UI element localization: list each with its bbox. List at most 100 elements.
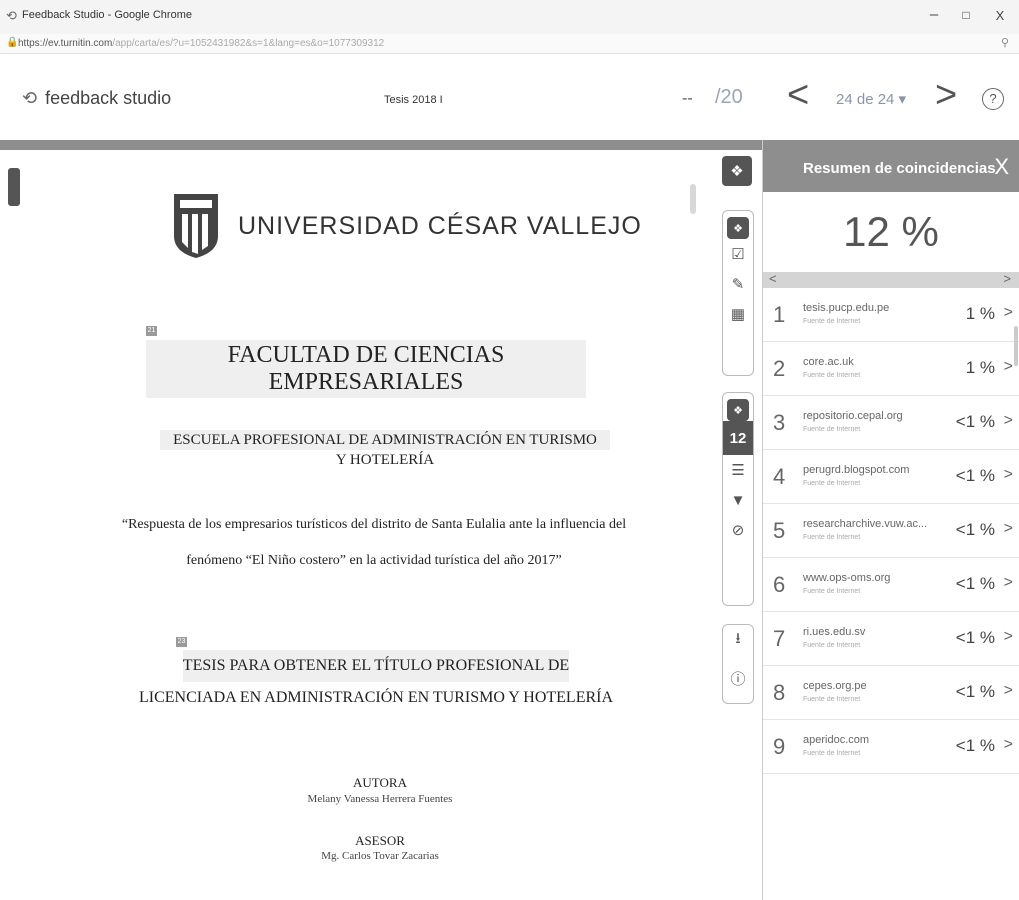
source-number: 5: [773, 518, 786, 543]
next-source-button[interactable]: >: [1003, 271, 1011, 286]
faculty-title: FACULTAD DE CIENCIAS EMPRESARIALES: [146, 340, 586, 398]
source-number: 2: [773, 356, 786, 381]
source-percent: 1 %: [965, 358, 995, 377]
close-window-button[interactable]: X: [987, 8, 1013, 23]
document-scrollbar[interactable]: [690, 184, 696, 214]
window-titlebar: ⟲ Feedback Studio - Google Chrome – □ X: [0, 0, 1019, 34]
chevron-right-icon[interactable]: >: [1004, 736, 1013, 754]
source-type: Fuente de Internet: [803, 372, 861, 379]
match-overview-panel: Resumen de coincidencias X 12 % < > 1 tes…: [762, 140, 1019, 900]
info-icon[interactable]: ⓘ: [723, 663, 753, 693]
source-row[interactable]: 2 core.ac.uk Fuente de Internet 1 % >: [763, 342, 1019, 396]
overall-similarity: 12 %: [843, 208, 939, 255]
prev-submission-button[interactable]: <: [787, 76, 809, 114]
university-header: UNIVERSIDAD CÉSAR VALLEJO: [172, 192, 642, 260]
feedback-studio-logo-icon: ⟲: [22, 88, 38, 108]
panel-scrollbar[interactable]: [1014, 326, 1018, 366]
source-type: Fuente de Internet: [803, 588, 861, 595]
layers-toggle-icon[interactable]: ❖: [722, 156, 752, 186]
brand-name: feedback studio: [45, 88, 172, 108]
source-row[interactable]: 3 repositorio.cepal.org Fuente de Internet…: [763, 396, 1019, 450]
chevron-right-icon[interactable]: >: [1004, 466, 1013, 484]
chevron-right-icon[interactable]: >: [1004, 304, 1013, 322]
minimize-button[interactable]: –: [921, 6, 947, 23]
source-number: 7: [773, 626, 786, 651]
match-marker[interactable]: 21: [146, 326, 157, 336]
layers-icon[interactable]: ❖: [727, 217, 749, 239]
maximize-button[interactable]: □: [953, 8, 979, 22]
brand[interactable]: ⟲ feedback studio: [22, 88, 171, 109]
source-site[interactable]: cepes.org.pe: [803, 680, 931, 692]
source-site[interactable]: ri.ues.edu.sv: [803, 626, 931, 638]
source-list: 1 tesis.pucp.edu.pe Fuente de Internet 1 % >…: [763, 288, 1019, 774]
university-name: UNIVERSIDAD CÉSAR VALLEJO: [238, 211, 642, 240]
filter-icon[interactable]: ▼: [723, 485, 753, 515]
source-row[interactable]: 4 perugrd.blogspot.com Fuente de Internet <…: [763, 450, 1019, 504]
thesis-subject: “Respuesta de los empresarios turísticos…: [121, 517, 627, 568]
chevron-right-icon[interactable]: >: [1004, 520, 1013, 538]
grid-icon[interactable]: ▦: [723, 299, 753, 329]
source-site[interactable]: tesis.pucp.edu.pe: [803, 302, 931, 314]
source-site[interactable]: perugrd.blogspot.com: [803, 464, 931, 476]
prev-source-button[interactable]: <: [769, 271, 777, 286]
help-button[interactable]: ?: [982, 88, 1004, 110]
chevron-right-icon[interactable]: >: [1004, 574, 1013, 592]
source-percent: 1 %: [965, 304, 995, 323]
source-site[interactable]: researcharchive.vuw.ac...: [803, 518, 931, 530]
source-number: 3: [773, 410, 786, 435]
source-site[interactable]: www.ops-oms.org: [803, 572, 931, 584]
zoom-icon[interactable]: ⚲: [1001, 36, 1009, 49]
panel-header: Resumen de coincidencias X: [763, 140, 1019, 192]
url-text[interactable]: https://ev.turnitin.com/app/carta/es/?u=…: [18, 38, 384, 49]
chevron-right-icon[interactable]: >: [1004, 412, 1013, 430]
download-icon[interactable]: ⭳: [723, 625, 753, 655]
source-site[interactable]: core.ac.uk: [803, 356, 931, 368]
chevron-right-icon[interactable]: >: [1004, 358, 1013, 376]
address-bar[interactable]: 🔒 https://ev.turnitin.com/app/carta/es/?…: [0, 34, 1019, 54]
sidebar-handle[interactable]: [8, 168, 20, 206]
next-submission-button[interactable]: >: [935, 76, 957, 114]
page-indicator-dropdown[interactable]: 24 de 24 ▾: [836, 90, 906, 108]
source-type: Fuente de Internet: [803, 750, 861, 757]
close-panel-button[interactable]: X: [994, 154, 1009, 180]
sort-icon[interactable]: ☰: [723, 455, 753, 485]
lock-icon: 🔒: [6, 37, 19, 48]
exclude-icon[interactable]: ⊘: [723, 515, 753, 545]
comment-edit-icon[interactable]: ✎: [723, 269, 753, 299]
match-count-badge[interactable]: 12: [723, 421, 753, 455]
chevron-right-icon[interactable]: >: [1004, 628, 1013, 646]
source-site[interactable]: aperidoc.com: [803, 734, 931, 746]
source-row[interactable]: 5 researcharchive.vuw.ac... Fuente de Inte…: [763, 504, 1019, 558]
source-row[interactable]: 9 aperidoc.com Fuente de Internet <1 % >: [763, 720, 1019, 774]
source-row[interactable]: 1 tesis.pucp.edu.pe Fuente de Internet 1 % >: [763, 288, 1019, 342]
author-label: AUTORA: [353, 775, 407, 790]
source-percent: <1 %: [955, 628, 995, 647]
document-title: Tesis 2018 I: [384, 94, 443, 106]
school-name: ESCUELA PROFESIONAL DE ADMINISTRACIÓN EN…: [160, 430, 610, 470]
author-name: Melany Vanessa Herrera Fuentes: [307, 793, 453, 805]
source-row[interactable]: 7 ri.ues.edu.sv Fuente de Internet <1 % >: [763, 612, 1019, 666]
source-percent: <1 %: [955, 574, 995, 593]
source-row[interactable]: 6 www.ops-oms.org Fuente de Internet <1 % >: [763, 558, 1019, 612]
match-marker[interactable]: 23: [176, 637, 187, 647]
source-type: Fuente de Internet: [803, 480, 861, 487]
toolbar-group-3: ⭳ ⓘ: [722, 624, 754, 704]
source-site[interactable]: repositorio.cepal.org: [803, 410, 931, 422]
toolbar-top: ❖: [722, 156, 754, 190]
app-header: ⟲ feedback studio Tesis 2018 I -- /20 < …: [0, 54, 1019, 140]
thesis-degree: TESIS PARA OBTENER EL TÍTULO PROFESIONAL…: [96, 650, 656, 714]
toolbar-group-2: ❖ 12 ☰ ▼ ⊘: [722, 392, 754, 606]
source-percent: <1 %: [955, 736, 995, 755]
checkbox-icon[interactable]: ☑: [723, 239, 753, 269]
grade-value[interactable]: --: [682, 90, 693, 108]
source-type: Fuente de Internet: [803, 318, 861, 325]
chevron-right-icon[interactable]: >: [1004, 682, 1013, 700]
source-type: Fuente de Internet: [803, 534, 861, 541]
source-nav: < >: [763, 271, 1019, 288]
source-number: 1: [773, 302, 786, 327]
similarity-layer-icon[interactable]: ❖: [727, 399, 749, 421]
turnitin-favicon-icon: ⟲: [6, 8, 17, 23]
source-type: Fuente de Internet: [803, 426, 861, 433]
source-row[interactable]: 8 cepes.org.pe Fuente de Internet <1 % >: [763, 666, 1019, 720]
university-logo-icon: [174, 194, 218, 258]
